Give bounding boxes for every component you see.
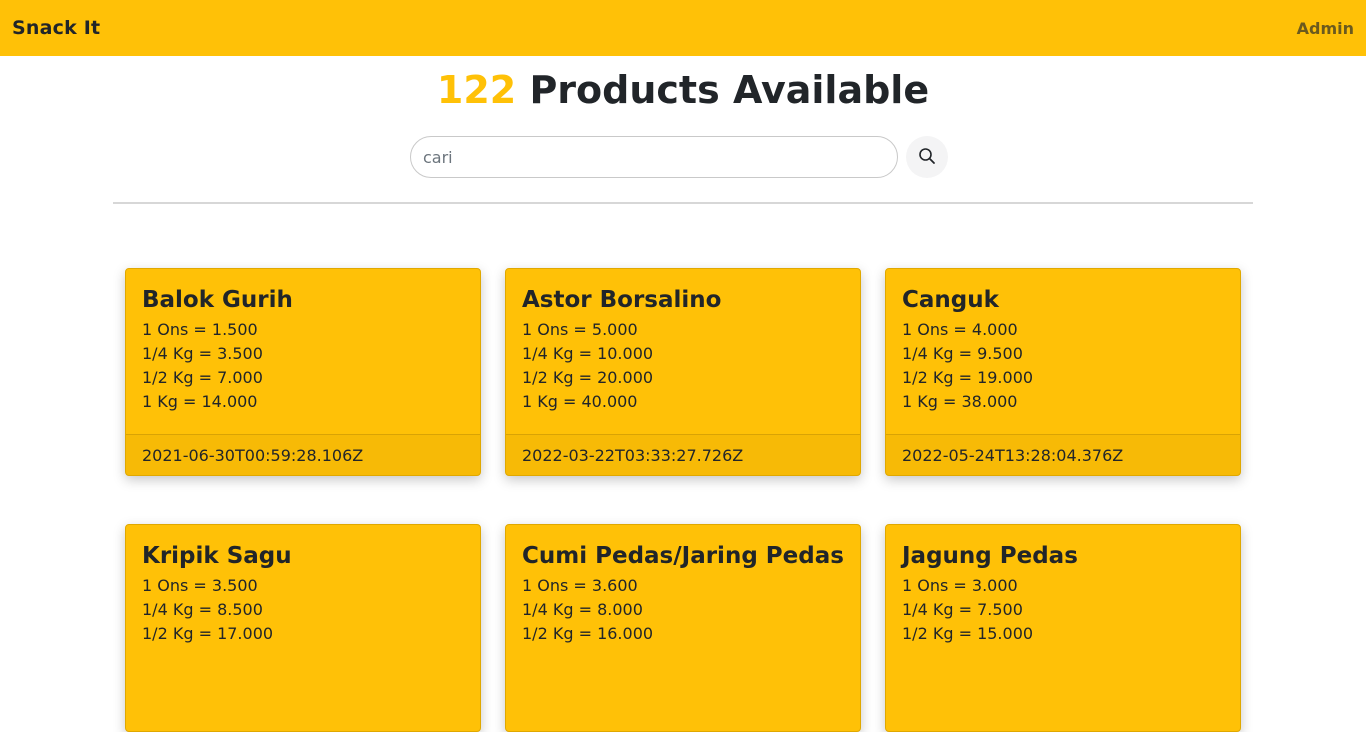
price-line: 1/2 Kg = 15.000 <box>902 624 1034 643</box>
card-body: Cumi Pedas/Jaring Pedas 1 Ons = 3.600 1/… <box>506 525 860 731</box>
price-line: 1 Kg = 14.000 <box>142 392 258 411</box>
page-title: 122 Products Available <box>0 64 1366 116</box>
price-line: 1 Kg = 40.000 <box>522 392 638 411</box>
product-card[interactable]: Cumi Pedas/Jaring Pedas 1 Ons = 3.600 1/… <box>505 524 861 732</box>
card-body: Balok Gurih 1 Ons = 1.500 1/4 Kg = 3.500… <box>126 269 480 434</box>
product-card[interactable]: Jagung Pedas 1 Ons = 3.000 1/4 Kg = 7.50… <box>885 524 1241 732</box>
card-footer: 2022-05-24T13:28:04.376Z <box>886 434 1240 475</box>
product-name: Astor Borsalino <box>522 287 722 313</box>
product-grid: Balok Gurih 1 Ons = 1.500 1/4 Kg = 3.500… <box>125 268 1241 732</box>
card-body: Jagung Pedas 1 Ons = 3.000 1/4 Kg = 7.50… <box>886 525 1240 731</box>
card-body: Canguk 1 Ons = 4.000 1/4 Kg = 9.500 1/2 … <box>886 269 1240 434</box>
price-line: 1/2 Kg = 17.000 <box>142 624 274 643</box>
price-line: 1/4 Kg = 10.000 <box>522 344 654 363</box>
price-line: 1 Ons = 5.000 <box>522 320 638 339</box>
product-timestamp: 2022-03-22T03:33:27.726Z <box>522 445 744 465</box>
card-body: Kripik Sagu 1 Ons = 3.500 1/4 Kg = 8.500… <box>126 525 480 731</box>
price-line: 1/4 Kg = 3.500 <box>142 344 263 363</box>
price-line: 1/4 Kg = 8.500 <box>142 600 263 619</box>
price-line: 1/2 Kg = 19.000 <box>902 368 1034 387</box>
brand-link[interactable]: Snack It <box>12 17 100 39</box>
price-line: 1 Ons = 3.000 <box>902 576 1018 595</box>
page-title-text: Products Available <box>516 68 930 112</box>
product-name: Balok Gurih <box>142 287 293 313</box>
product-name: Cumi Pedas/Jaring Pedas <box>522 543 844 569</box>
price-line: 1/4 Kg = 8.000 <box>522 600 643 619</box>
price-line: 1/4 Kg = 9.500 <box>902 344 1023 363</box>
divider <box>113 202 1253 204</box>
price-line: 1/2 Kg = 20.000 <box>522 368 654 387</box>
price-line: 1 Ons = 3.600 <box>522 576 638 595</box>
product-timestamp: 2022-05-24T13:28:04.376Z <box>902 445 1124 465</box>
search-button[interactable] <box>906 136 948 178</box>
price-line: 1 Ons = 1.500 <box>142 320 258 339</box>
price-line: 1/2 Kg = 16.000 <box>522 624 654 643</box>
card-body: Astor Borsalino 1 Ons = 5.000 1/4 Kg = 1… <box>506 269 860 434</box>
product-card[interactable]: Canguk 1 Ons = 4.000 1/4 Kg = 9.500 1/2 … <box>885 268 1241 476</box>
product-card[interactable]: Astor Borsalino 1 Ons = 5.000 1/4 Kg = 1… <box>505 268 861 476</box>
card-footer: 2022-03-22T03:33:27.726Z <box>506 434 860 475</box>
price-line: 1/4 Kg = 7.500 <box>902 600 1023 619</box>
navbar: Snack It Admin <box>0 0 1366 56</box>
search-bar <box>410 136 948 178</box>
card-footer: 2021-06-30T00:59:28.106Z <box>126 434 480 475</box>
price-line: 1 Ons = 4.000 <box>902 320 1018 339</box>
product-count: 122 <box>436 68 517 112</box>
product-name: Jagung Pedas <box>902 543 1078 569</box>
product-name: Canguk <box>902 287 999 313</box>
product-card[interactable]: Balok Gurih 1 Ons = 1.500 1/4 Kg = 3.500… <box>125 268 481 476</box>
search-icon <box>918 147 936 168</box>
product-name: Kripik Sagu <box>142 543 292 569</box>
price-line: 1 Kg = 38.000 <box>902 392 1018 411</box>
search-input[interactable] <box>410 136 898 178</box>
price-line: 1 Ons = 3.500 <box>142 576 258 595</box>
product-card[interactable]: Kripik Sagu 1 Ons = 3.500 1/4 Kg = 8.500… <box>125 524 481 732</box>
price-line: 1/2 Kg = 7.000 <box>142 368 263 387</box>
admin-link[interactable]: Admin <box>1297 19 1354 38</box>
product-timestamp: 2021-06-30T00:59:28.106Z <box>142 445 364 465</box>
